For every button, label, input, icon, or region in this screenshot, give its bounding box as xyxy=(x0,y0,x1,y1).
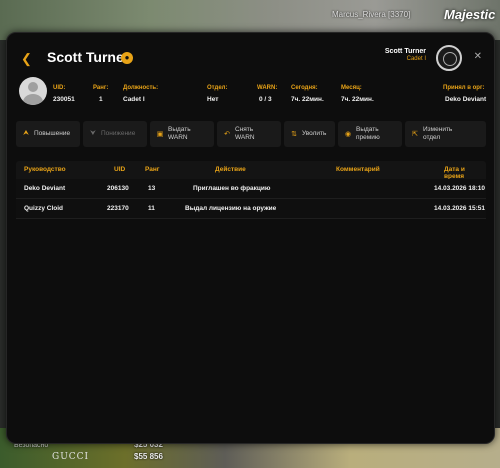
cell-leader: Deko Deviant xyxy=(24,185,66,192)
cell-uid: 223170 xyxy=(107,205,129,212)
page-title: Scott Turner xyxy=(47,49,130,65)
change-dept-icon: ⇱ xyxy=(412,131,418,138)
info-accepted-by-label: Принял в орг: xyxy=(443,85,485,91)
info-uid-label: UID: xyxy=(53,85,66,91)
warn-add-icon: ▣ xyxy=(156,131,164,138)
info-position-label: Должность: xyxy=(123,85,159,91)
cell-uid: 206130 xyxy=(107,185,129,192)
info-month-value: 7ч. 22мин. xyxy=(341,96,374,103)
current-user-name: Scott Turner xyxy=(384,48,426,55)
close-icon[interactable]: ✕ xyxy=(474,51,482,62)
fire-icon: ⇅ xyxy=(291,131,297,138)
remove-warn-button[interactable]: ↶ Снять WARN xyxy=(217,121,281,147)
info-rank-label: Ранг: xyxy=(93,85,109,91)
col-rank: Ранг xyxy=(145,166,160,173)
info-position-value: Cadet I xyxy=(123,96,145,103)
col-action: Действие xyxy=(215,166,246,173)
table-row[interactable]: Deko Deviant 206130 13 Приглашен во фрак… xyxy=(16,179,486,199)
col-uid: UID xyxy=(114,166,126,173)
chevrons-up-icon: ⮝ xyxy=(23,130,29,137)
table-row[interactable]: Quizzy Cloid 223170 11 Выдал лицензию на… xyxy=(16,199,486,219)
col-datetime: Дата и время xyxy=(444,166,465,180)
action-bar: ⮝ Повышение ⮟ Понижение ▣ Выдать WARN ↶ … xyxy=(16,121,486,147)
hud-brand: GUCCI xyxy=(52,452,90,462)
warn-remove-icon: ↶ xyxy=(224,131,230,138)
info-uid-value: 230051 xyxy=(53,96,75,103)
info-today-label: Сегодня: xyxy=(291,85,318,91)
info-rank-value: 1 xyxy=(99,96,103,103)
cell-rank: 11 xyxy=(148,205,155,212)
history-table: Руководство UID Ранг Действие Комментари… xyxy=(16,161,486,219)
change-department-button[interactable]: ⇱ Изменить отдел xyxy=(405,121,486,147)
department-seal-icon xyxy=(436,45,462,71)
current-user: Scott Turner Cadet I xyxy=(385,48,426,62)
avatar xyxy=(19,77,47,105)
info-warn-label: WARN: xyxy=(257,85,278,91)
give-warn-button[interactable]: ▣ Выдать WARN xyxy=(150,121,214,147)
panel-header: ❮ Scott Turner ● Scott Turner Cadet I ✕ xyxy=(17,43,484,73)
fire-button[interactable]: ⇅ Уволить xyxy=(284,121,335,147)
member-panel: ❮ Scott Turner ● Scott Turner Cadet I ✕ … xyxy=(6,32,495,444)
hud-player-name: Marcus_Rivera [3370] xyxy=(332,10,411,19)
info-department-label: Отдел: xyxy=(207,85,228,91)
demote-button[interactable]: ⮟ Понижение xyxy=(83,121,147,147)
hud-logo: Majestic xyxy=(444,7,496,22)
col-comment: Комментарий xyxy=(336,166,380,173)
chevrons-down-icon: ⮟ xyxy=(90,130,96,137)
chevron-left-icon[interactable]: ❮ xyxy=(21,51,32,67)
cell-datetime: 14.03.2026 15:51 xyxy=(434,205,485,212)
info-warn-value: 0 / 3 xyxy=(259,96,272,103)
cell-rank: 13 xyxy=(148,185,156,192)
table-header: Руководство UID Ранг Действие Комментари… xyxy=(16,161,486,180)
col-leader: Руководство xyxy=(24,166,66,173)
cell-leader: Quizzy Cloid xyxy=(24,205,63,212)
give-bonus-button[interactable]: ◉ Выдать премию xyxy=(338,121,402,147)
info-today-value: 7ч. 22мин. xyxy=(291,96,324,103)
bonus-icon: ◉ xyxy=(344,131,352,138)
cell-datetime: 14.03.2026 18:10 xyxy=(434,185,485,192)
current-user-rank: Cadet I xyxy=(406,56,426,62)
hud-bank: $55 856 xyxy=(134,452,163,461)
cell-action: Приглашен во фракцию xyxy=(193,185,271,192)
info-month-label: Месяц: xyxy=(341,85,362,91)
user-badge-icon: ● xyxy=(121,52,133,64)
info-accepted-by-value: Deko Deviant xyxy=(445,96,487,103)
info-department-value: Нет xyxy=(207,96,219,103)
promote-button[interactable]: ⮝ Повышение xyxy=(16,121,80,147)
cell-action: Выдал лицензию на оружие xyxy=(185,205,277,212)
